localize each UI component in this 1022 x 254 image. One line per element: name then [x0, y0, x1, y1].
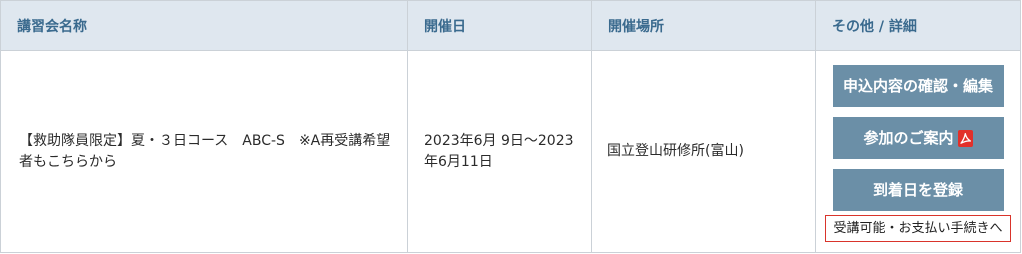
table-header-row: 講習会名称 開催日 開催場所 その他 / 詳細: [1, 1, 1021, 51]
date-cell: 2023年6月 9日〜2023年6月11日: [408, 51, 592, 253]
edit-application-button[interactable]: 申込内容の確認・編集: [832, 65, 1004, 107]
column-header-course-name: 講習会名称: [1, 1, 408, 51]
location-cell: 国立登山研修所(富山): [592, 51, 816, 253]
actions-cell: 申込内容の確認・編集 参加のご案内 到着日を登録 受講可能・お支払い手続きへ: [816, 51, 1021, 253]
register-arrival-date-button-label: 到着日を登録: [872, 180, 963, 199]
course-table: 講習会名称 開催日 開催場所 その他 / 詳細 【救助隊員限定】夏・３日コース …: [0, 0, 1021, 253]
table-row: 【救助隊員限定】夏・３日コース ABC-S ※A再受講希望者もこちらから 202…: [1, 51, 1021, 253]
course-name-cell: 【救助隊員限定】夏・３日コース ABC-S ※A再受講希望者もこちらから: [1, 51, 408, 253]
course-date: 2023年6月 9日〜2023年6月11日: [424, 132, 574, 170]
course-location: 国立登山研修所(富山): [607, 143, 744, 159]
pdf-icon: [957, 129, 973, 147]
participation-guide-button[interactable]: 参加のご案内: [832, 117, 1004, 159]
edit-application-button-label: 申込内容の確認・編集: [842, 76, 993, 95]
column-header-date: 開催日: [408, 1, 592, 51]
pdf-icon-graphic: [957, 129, 973, 147]
course-name: 【救助隊員限定】夏・３日コース ABC-S ※A再受講希望者もこちらから: [19, 132, 391, 170]
participation-guide-button-label: 参加のご案内: [863, 128, 954, 147]
payment-procedure-link-label: 受講可能・お支払い手続きへ: [833, 221, 1003, 236]
column-header-location: 開催場所: [592, 1, 816, 51]
register-arrival-date-button[interactable]: 到着日を登録: [832, 169, 1004, 211]
column-header-details: その他 / 詳細: [816, 1, 1021, 51]
payment-procedure-link[interactable]: 受講可能・お支払い手続きへ: [825, 215, 1011, 242]
